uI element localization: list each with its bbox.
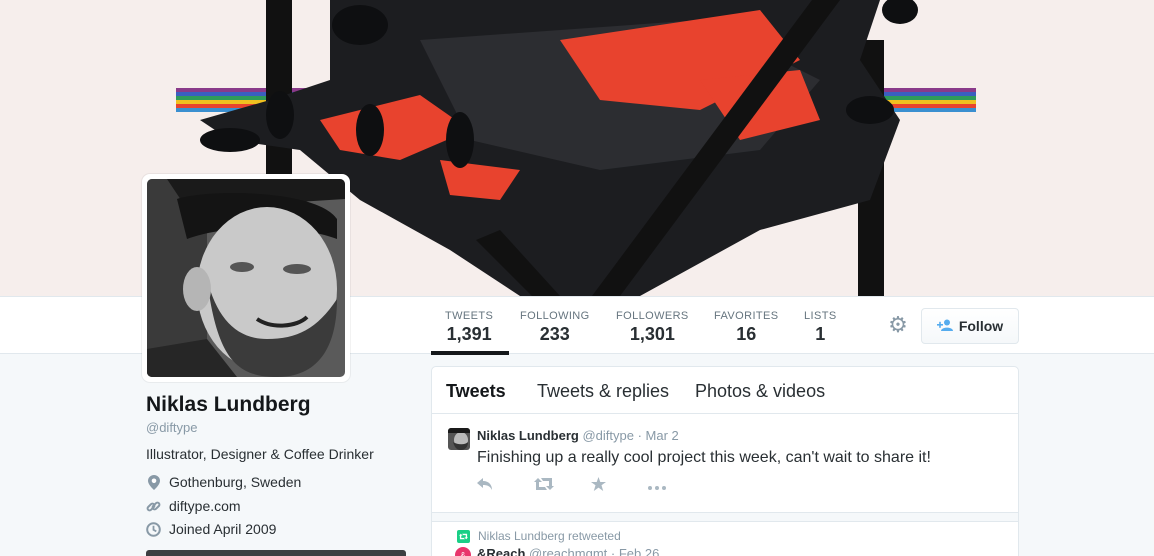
tab-tweets[interactable]: Tweets [446,381,506,402]
website-link[interactable]: diftype.com [169,498,241,514]
profile-location: Gothenburg, Sweden [146,474,301,490]
tweet-header: Niklas Lundberg @diftype · Mar 2 [477,428,679,443]
stat-followers[interactable]: FOLLOWERS 1,301 [616,309,689,345]
stat-tweets[interactable]: TWEETS 1,391 [430,309,510,355]
stat-value: 1 [815,324,826,344]
joined-text: Joined April 2009 [169,521,277,537]
stat-value: 1,391 [446,324,492,344]
stat-label: FOLLOWING [520,310,590,322]
stat-label: FAVORITES [714,310,779,322]
profile-website[interactable]: diftype.com [146,498,241,514]
retweet-context-text[interactable]: Niklas Lundberg retweeted [478,529,621,543]
favorite-icon[interactable] [591,477,648,496]
tweet-author[interactable]: Niklas Lundberg [477,428,579,443]
profile-card-footer-bar [146,550,406,556]
stat-label: FOLLOWERS [616,310,689,322]
tweet-item[interactable]: Niklas Lundberg @diftype · Mar 2 Finishi… [432,414,1018,512]
tab-tweets-replies[interactable]: Tweets & replies [537,381,669,402]
svg-text:&: & [460,551,466,556]
retweet-author-avatar[interactable]: & [455,547,471,556]
tweet-text: Finishing up a really cool project this … [477,449,931,466]
follow-label: Follow [958,318,1004,334]
profile-handle[interactable]: @diftype [146,420,198,435]
more-icon[interactable] [648,477,705,496]
retweet-date[interactable]: · Feb 26 [611,546,659,556]
tweet-avatar[interactable] [448,428,470,450]
retweet-author[interactable]: &Reach [477,546,525,556]
profile-avatar[interactable] [142,174,350,382]
stat-value: 233 [539,324,570,344]
stat-value: 1,301 [629,324,675,344]
stat-lists[interactable]: LISTS 1 [804,309,837,345]
tweet-actions [477,477,705,496]
location-text: Gothenburg, Sweden [169,474,302,490]
gear-icon[interactable]: ⚙ [887,314,909,336]
profile-name[interactable]: Niklas Lundberg [146,393,311,417]
profile-joined: Joined April 2009 [146,521,276,537]
tweet-handle[interactable]: @diftype [582,428,634,443]
retweet-header: &Reach @reachmgmt · Feb 26 [477,546,659,556]
stat-favorites[interactable]: FAVORITES 16 [714,309,779,345]
tweet-date[interactable]: · Mar 2 [638,428,679,443]
stat-label: TWEETS [445,310,494,322]
follow-button[interactable]: Follow [921,308,1019,344]
stat-label: LISTS [804,310,837,322]
link-icon [146,499,161,514]
location-pin-icon [146,474,161,490]
retweet-handle[interactable]: @reachmgmt [529,546,607,556]
timeline-divider [432,512,1018,522]
profile-bio: Illustrator, Designer & Coffee Drinker [146,446,374,462]
retweet-badge-icon [457,529,470,543]
timeline-tabs: Tweets Tweets & replies Photos & videos [432,367,1018,414]
add-user-icon [936,318,953,334]
tab-photos-videos[interactable]: Photos & videos [695,381,825,402]
retweet-icon[interactable] [534,477,591,496]
retweet-context: Niklas Lundberg retweeted [457,529,621,543]
stat-value: 16 [736,324,757,344]
avatar-photo [147,179,345,377]
timeline-card: Tweets Tweets & replies Photos & videos … [431,366,1019,556]
calendar-clock-icon [146,521,161,537]
stat-following[interactable]: FOLLOWING 233 [520,309,590,345]
reply-icon[interactable] [477,477,534,496]
